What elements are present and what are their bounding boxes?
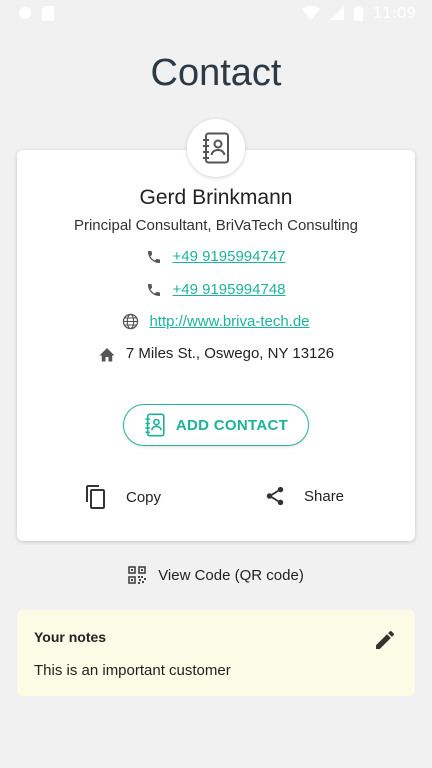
address-text: 7 Miles St., Oswego, NY 13126	[125, 345, 335, 362]
status-time: 11:09	[372, 4, 416, 22]
phone-icon	[148, 250, 161, 263]
address-row[interactable]: 7 Miles St., Oswego, NY 13126	[0, 345, 432, 362]
notes-title: Your notes	[34, 629, 107, 645]
globe-icon	[123, 313, 139, 330]
view-qr-code-label: View Code (QR code)	[158, 566, 304, 584]
phone-link-2[interactable]: +49 9195994748	[172, 281, 285, 298]
signal-icon	[329, 6, 344, 20]
phone-link-1[interactable]: +49 9195994747	[172, 248, 285, 265]
view-qr-code-button[interactable]: View Code (QR code)	[0, 566, 432, 584]
status-bar: 11:09	[0, 0, 432, 26]
contact-book-icon	[145, 413, 165, 437]
notes-card[interactable]: Your notes This is an important customer	[17, 610, 415, 696]
copy-icon	[86, 485, 105, 509]
share-button[interactable]: Share	[264, 484, 344, 508]
wifi-icon	[301, 6, 320, 20]
add-contact-button[interactable]: ADD CONTACT	[123, 404, 309, 446]
qr-code-icon	[128, 566, 147, 584]
add-contact-label: ADD CONTACT	[175, 416, 289, 434]
contact-name: Gerd Brinkmann	[139, 186, 293, 209]
phone-row-1[interactable]: +49 9195994747	[0, 248, 432, 265]
contact-book-icon	[203, 132, 229, 164]
notes-text: This is an important customer	[34, 662, 231, 679]
battery-icon	[353, 5, 363, 21]
contact-avatar	[187, 119, 245, 177]
website-link[interactable]: http://www.briva-tech.de	[149, 313, 309, 330]
sd-card-icon	[42, 5, 54, 21]
contact-job-title: Principal Consultant, BriVaTech Consulti…	[73, 217, 359, 234]
share-icon	[266, 486, 284, 506]
phone-row-2[interactable]: +49 9195994748	[0, 281, 432, 298]
copy-label: Copy	[126, 488, 162, 506]
home-icon	[99, 347, 115, 361]
phone-icon	[148, 283, 161, 296]
website-row[interactable]: http://www.briva-tech.de	[0, 313, 432, 330]
copy-button[interactable]: Copy	[84, 484, 161, 510]
pencil-icon[interactable]	[373, 628, 397, 652]
status-circle-icon	[19, 7, 31, 19]
share-label: Share	[304, 487, 345, 505]
page-title: Contact	[150, 52, 282, 94]
